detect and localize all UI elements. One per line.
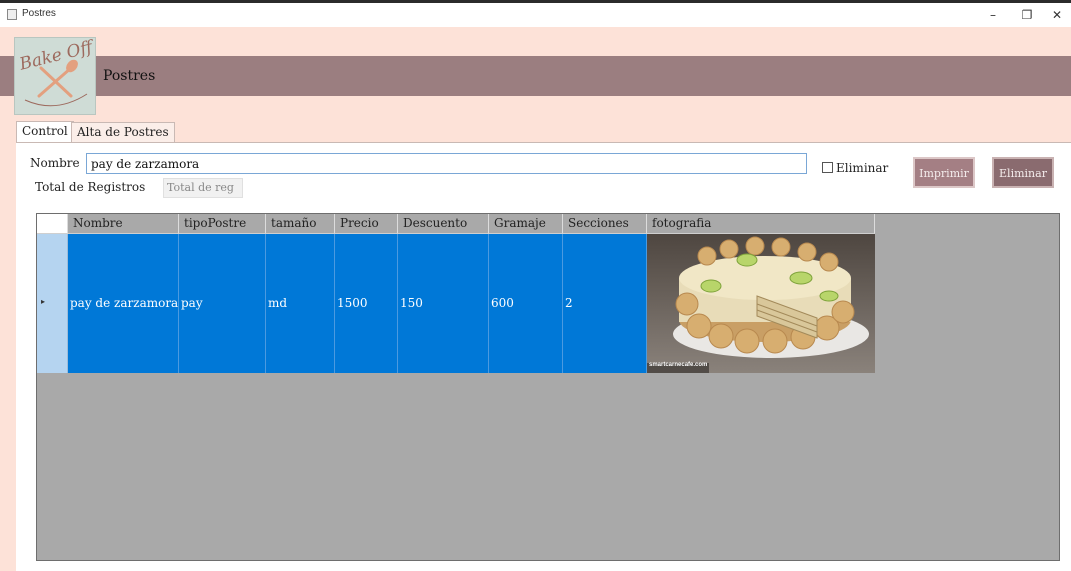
column-header-tipopostre[interactable]: tipoPostre <box>179 214 266 234</box>
column-header-tamano[interactable]: tamaño <box>266 214 335 234</box>
print-button[interactable]: Imprimir <box>913 157 975 188</box>
cell-tipopostre[interactable]: pay <box>179 234 266 373</box>
column-header-precio[interactable]: Precio <box>335 214 398 234</box>
column-header-nombre[interactable]: Nombre <box>68 214 179 234</box>
eliminar-checkbox[interactable] <box>822 162 833 173</box>
total-registros-value: Total de reg <box>163 178 243 198</box>
restore-icon[interactable]: ❐ <box>1012 6 1042 24</box>
total-registros-label: Total de Registros <box>35 180 146 194</box>
header: Postres Bake Off <box>0 27 1071 117</box>
postres-grid[interactable]: Nombre tipoPostre tamaño Precio Descuent… <box>36 213 1060 561</box>
minimize-icon[interactable]: – <box>978 6 1008 24</box>
grid-corner <box>37 214 68 234</box>
delete-button[interactable]: Eliminar <box>992 157 1054 188</box>
column-header-secciones[interactable]: Secciones <box>563 214 647 234</box>
main-area: Control Alta de Postres Nombre Eliminar … <box>0 117 1071 571</box>
control-panel: Nombre Eliminar Imprimir Eliminar Total … <box>16 142 1071 571</box>
tab-control[interactable]: Control <box>16 121 74 143</box>
dessert-photo <box>647 234 875 373</box>
tab-alta-de-postres[interactable]: Alta de Postres <box>71 122 175 142</box>
app-icon <box>7 9 17 20</box>
cell-gramaje[interactable]: 600 <box>489 234 563 373</box>
eliminar-checkbox-wrap[interactable]: Eliminar <box>822 157 888 175</box>
cell-nombre[interactable]: pay de zarzamora <box>68 234 179 373</box>
eliminar-checkbox-label: Eliminar <box>836 161 889 175</box>
page-title: Postres <box>103 68 156 84</box>
bake-off-logo: Bake Off <box>14 37 96 115</box>
photo-caption: smartcarnecafe.com <box>649 362 708 368</box>
nombre-label: Nombre <box>30 156 80 170</box>
banner: Postres <box>0 56 1071 96</box>
cell-secciones[interactable]: 2 <box>563 234 647 373</box>
row-indicator-icon: ▸ <box>41 297 46 306</box>
column-header-fotografia[interactable]: fotografia <box>647 214 875 234</box>
nombre-input[interactable] <box>86 153 807 174</box>
title-bar: Postres – ❐ ✕ <box>0 0 1071 27</box>
window-title: Postres <box>22 8 56 19</box>
column-header-descuento[interactable]: Descuento <box>398 214 489 234</box>
cell-descuento[interactable]: 150 <box>398 234 489 373</box>
row-header[interactable]: ▸ <box>37 234 68 373</box>
cell-precio[interactable]: 1500 <box>335 234 398 373</box>
close-icon[interactable]: ✕ <box>1042 6 1071 24</box>
cell-fotografia[interactable]: smartcarnecafe.com <box>647 234 875 373</box>
column-header-gramaje[interactable]: Gramaje <box>489 214 563 234</box>
cell-tamano[interactable]: md <box>266 234 335 373</box>
